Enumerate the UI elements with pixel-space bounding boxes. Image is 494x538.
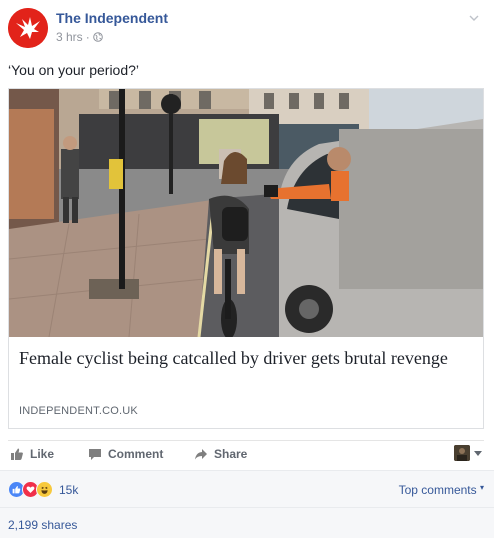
- divider: [0, 507, 494, 508]
- share-label: Share: [214, 447, 248, 461]
- page-name-link[interactable]: The Independent: [56, 10, 168, 26]
- comment-label: Comment: [108, 447, 164, 461]
- globe-icon[interactable]: [92, 32, 103, 42]
- share-arrow-icon: [195, 449, 207, 460]
- street-photo: [9, 89, 483, 337]
- haha-icon: [36, 481, 53, 498]
- eagle-logo-icon: [8, 8, 48, 48]
- sort-caret-icon: ▾: [479, 483, 484, 492]
- caret-down-icon: [474, 450, 482, 456]
- top-comments-sort[interactable]: Top comments ▾: [399, 483, 484, 497]
- link-title[interactable]: Female cyclist being catcalled by driver…: [19, 347, 459, 370]
- post-header: The Independent 3 hrs ·: [8, 8, 488, 48]
- reaction-summary[interactable]: 15k: [8, 481, 78, 498]
- post-timestamp[interactable]: 3 hrs: [56, 30, 83, 44]
- thumbs-up-icon: [11, 448, 23, 460]
- commenting-as-selector[interactable]: [454, 445, 482, 461]
- action-bar: Like Comment Share: [8, 440, 484, 470]
- meta-separator: ·: [85, 30, 90, 44]
- chevron-down-icon[interactable]: [468, 12, 480, 24]
- share-button[interactable]: Share: [194, 447, 247, 461]
- reaction-count[interactable]: 15k: [59, 483, 78, 497]
- top-comments-label: Top comments: [398, 483, 477, 497]
- news-feed-post: The Independent 3 hrs · ‘You on your per…: [0, 0, 494, 538]
- link-preview-image[interactable]: [9, 89, 483, 337]
- reactions-bar: 15k Top comments ▾ 2,199 shares: [0, 470, 494, 538]
- link-preview[interactable]: Female cyclist being catcalled by driver…: [8, 88, 484, 429]
- like-button[interactable]: Like: [10, 447, 54, 461]
- like-label: Like: [30, 447, 55, 461]
- comment-bubble-icon: [89, 449, 101, 460]
- link-domain: INDEPENDENT.CO.UK: [19, 405, 138, 417]
- shares-count-link[interactable]: 2,199 shares: [8, 518, 77, 532]
- profile-thumbnail: [454, 445, 470, 461]
- page-avatar[interactable]: [8, 8, 48, 48]
- post-meta: 3 hrs ·: [56, 30, 103, 44]
- post-status-text: ‘You on your period?’: [8, 62, 140, 78]
- comment-button[interactable]: Comment: [88, 447, 163, 461]
